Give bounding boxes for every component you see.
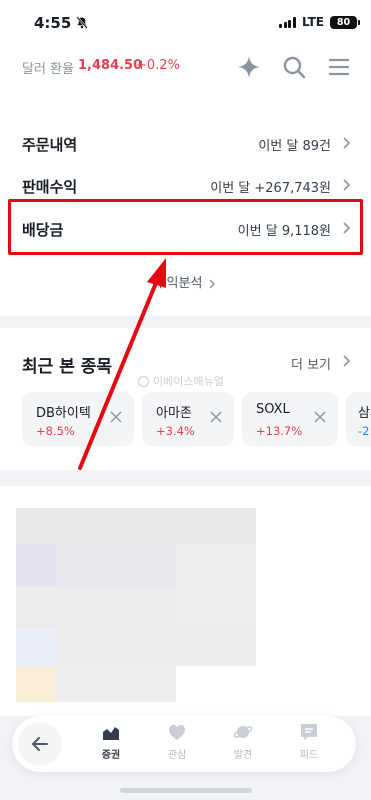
redacted-content — [0, 486, 371, 716]
redacted-block — [176, 544, 256, 628]
top-header: 달러 환율 1,484.50 +0.2% — [0, 46, 371, 94]
stock-name: 아마존 — [156, 406, 192, 421]
stock-chip[interactable]: DB하이텍 +8.5% — [22, 392, 134, 446]
exchange-rate-label: 달러 환율 — [22, 62, 74, 77]
order-history-row[interactable]: 주문내역 이번 달 89건 — [0, 123, 371, 163]
status-bar: 4:55 LTE 80 — [0, 0, 371, 46]
stock-name: DB하이텍 — [36, 406, 91, 421]
status-time: 4:55 — [34, 14, 72, 32]
tab-label: 피드 — [299, 750, 319, 761]
exchange-rate-change: +0.2% — [136, 58, 180, 73]
stock-chip[interactable]: 아마존 +3.4% — [142, 392, 234, 446]
profit-analysis-link[interactable]: 수익분석 — [0, 272, 371, 291]
sales-profit-label: 판매수익 — [22, 178, 78, 196]
tab-label: 증권 — [101, 750, 121, 761]
stock-change: +13.7% — [256, 424, 303, 438]
planet-icon — [233, 726, 253, 738]
exchange-rate-value: 1,484.50 — [78, 58, 143, 73]
signal-icon — [279, 16, 296, 28]
order-history-value: 이번 달 89건 — [258, 139, 331, 154]
redacted-block — [16, 628, 56, 666]
stock-chip[interactable]: 삼 -2 — [346, 392, 371, 446]
network-label: LTE — [301, 15, 324, 29]
chat-bubble-icon — [301, 724, 317, 740]
stock-chip[interactable]: SOXL +13.7% — [242, 392, 338, 446]
arrow-left-icon — [32, 737, 48, 751]
chevron-right-icon — [343, 355, 351, 367]
back-button[interactable] — [18, 722, 62, 766]
stock-change: -2 — [358, 424, 370, 438]
bell-muted-icon — [76, 16, 88, 29]
recently-viewed-card: 최근 본 종목 더 보기 이베이스매뉴얼 DB하이텍 +8.5% 아마존 +3.… — [0, 328, 371, 470]
close-icon[interactable] — [210, 411, 222, 423]
tab-feed[interactable]: 피드 — [284, 722, 334, 766]
chevron-right-icon — [343, 137, 351, 149]
stock-change: +8.5% — [36, 424, 75, 438]
redacted-block — [16, 666, 56, 702]
redacted-block — [16, 544, 56, 586]
tab-label: 발견 — [233, 750, 253, 761]
chart-icon — [103, 727, 119, 740]
watermark: 이베이스매뉴얼 — [138, 373, 224, 389]
status-indicators: LTE 80 — [279, 15, 360, 29]
order-history-label: 주문내역 — [22, 136, 78, 154]
close-icon[interactable] — [314, 411, 326, 423]
tab-label: 관심 — [167, 750, 187, 761]
tab-securities[interactable]: 증권 — [86, 722, 136, 766]
battery-icon: 80 — [330, 15, 360, 29]
bottom-navigation: 증권 관심 발견 피드 — [12, 716, 356, 772]
home-indicator — [120, 788, 252, 793]
profit-analysis-label: 수익분석 — [154, 276, 203, 291]
menu-icon[interactable] — [326, 54, 352, 80]
sales-profit-value: 이번 달 +267,743원 — [210, 181, 331, 196]
recently-viewed-title: 최근 본 종목 — [22, 357, 113, 377]
stock-change: +3.4% — [156, 424, 195, 438]
stock-name: SOXL — [256, 402, 290, 417]
watermark-text: 이베이스매뉴얼 — [153, 375, 224, 388]
watermark-logo-icon — [138, 375, 149, 387]
tab-discover[interactable]: 발견 — [218, 722, 268, 766]
heart-icon — [169, 725, 185, 740]
search-icon[interactable] — [281, 54, 307, 80]
tab-watchlist[interactable]: 관심 — [152, 722, 202, 766]
chevron-right-icon — [209, 279, 216, 288]
redacted-block — [16, 508, 256, 544]
redacted-block — [16, 586, 176, 628]
chevron-right-icon — [343, 179, 351, 191]
see-more-link[interactable]: 더 보기 — [291, 354, 331, 373]
stock-name: 삼 — [358, 406, 370, 421]
sparkle-icon[interactable] — [236, 54, 262, 80]
close-icon[interactable] — [110, 411, 122, 423]
highlight-box — [8, 199, 363, 255]
